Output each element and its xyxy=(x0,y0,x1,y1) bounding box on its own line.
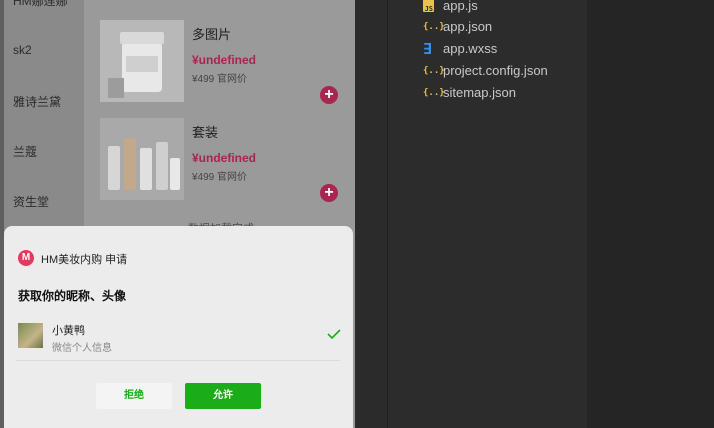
allow-button[interactable]: 允许 xyxy=(185,383,261,409)
product-title: 多图片 xyxy=(192,27,232,42)
file-name: app.json xyxy=(443,19,493,34)
editor-area[interactable] xyxy=(587,0,714,428)
product-image xyxy=(100,20,184,102)
auth-dialog: M HM美妆内购 申请 获取你的昵称、头像 小黄鸭 微信个人信息 拒绝 允许 xyxy=(4,226,353,428)
file-name: project.config.json xyxy=(443,63,548,78)
product-price: ¥undefined xyxy=(192,53,257,67)
js-file-icon: JS xyxy=(423,0,434,13)
dialog-title: 获取你的昵称、头像 xyxy=(18,289,127,303)
check-icon xyxy=(327,329,341,340)
app-logo-icon: M xyxy=(18,250,34,266)
add-to-cart-button[interactable]: + xyxy=(320,86,338,104)
product-image xyxy=(100,118,184,200)
simulator: HM娜莲娜 sk2 雅诗兰黛 兰蔻 资生堂 多图片 ¥undefined ¥49… xyxy=(0,0,355,428)
json-file-icon: {..} xyxy=(423,22,445,32)
category-item[interactable]: sk2 xyxy=(13,43,32,57)
product-original-price: ¥499 官网价 xyxy=(192,172,248,183)
category-item[interactable]: 资生堂 xyxy=(13,193,49,210)
product-price: ¥undefined xyxy=(192,151,257,165)
file-name: app.wxss xyxy=(443,41,498,56)
user-name: 小黄鸭 xyxy=(52,325,85,337)
file-name: app.js xyxy=(443,0,478,13)
file-tree: JS app.js {..} app.json ∃ app.wxss {..} … xyxy=(388,0,587,428)
json-file-icon: {..} xyxy=(423,66,445,76)
product-card[interactable]: 多图片 ¥undefined ¥499 官网价 + xyxy=(100,20,350,108)
product-card[interactable]: 套装 ¥undefined ¥499 官网价 + xyxy=(100,118,350,206)
json-file-icon: {..} xyxy=(423,88,445,98)
category-item[interactable]: 雅诗兰黛 xyxy=(13,93,61,110)
user-subtitle: 微信个人信息 xyxy=(52,343,112,354)
file-name: sitemap.json xyxy=(443,85,516,100)
user-info-row[interactable]: 小黄鸭 微信个人信息 xyxy=(16,316,341,361)
wxss-file-icon: ∃ xyxy=(423,40,433,58)
add-to-cart-button[interactable]: + xyxy=(320,184,338,202)
avatar xyxy=(18,323,43,348)
category-item[interactable]: 兰蔻 xyxy=(13,143,37,160)
app-name: HM美妆内购 申请 xyxy=(41,254,128,266)
product-title: 套装 xyxy=(192,125,219,140)
category-item[interactable]: HM娜莲娜 xyxy=(13,0,68,9)
reject-button[interactable]: 拒绝 xyxy=(96,383,172,409)
product-original-price: ¥499 官网价 xyxy=(192,74,248,85)
